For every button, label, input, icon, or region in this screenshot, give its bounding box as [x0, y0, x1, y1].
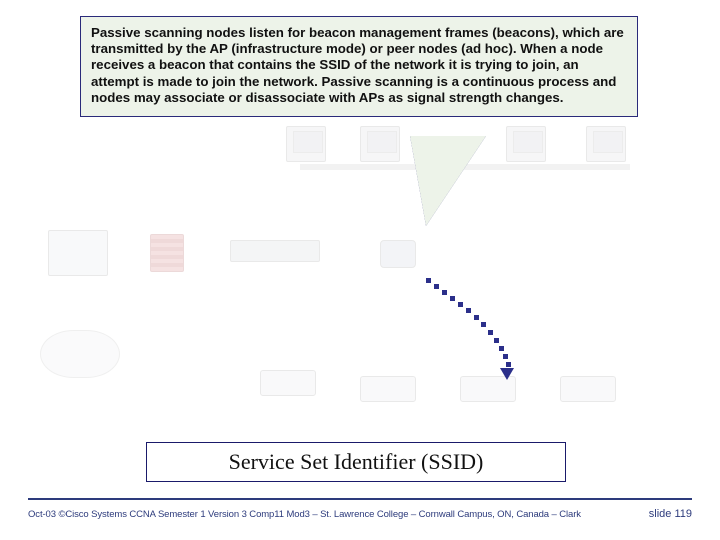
- callout-text: Passive scanning nodes listen for beacon…: [91, 25, 627, 106]
- network-diagram: [40, 120, 680, 420]
- beacon-arrow: [420, 278, 540, 388]
- title-box: Service Set Identifier (SSID): [146, 442, 566, 482]
- callout-box: Passive scanning nodes listen for beacon…: [80, 16, 638, 117]
- footer-right: slide 119: [649, 508, 692, 520]
- footer: Oct-03 ©Cisco Systems CCNA Semester 1 Ve…: [28, 508, 692, 520]
- slide-title: Service Set Identifier (SSID): [229, 449, 484, 475]
- footer-left: Oct-03 ©Cisco Systems CCNA Semester 1 Ve…: [28, 509, 581, 520]
- footer-rule: [28, 498, 692, 500]
- callout-tail: [410, 136, 486, 226]
- slide: Passive scanning nodes listen for beacon…: [0, 0, 720, 540]
